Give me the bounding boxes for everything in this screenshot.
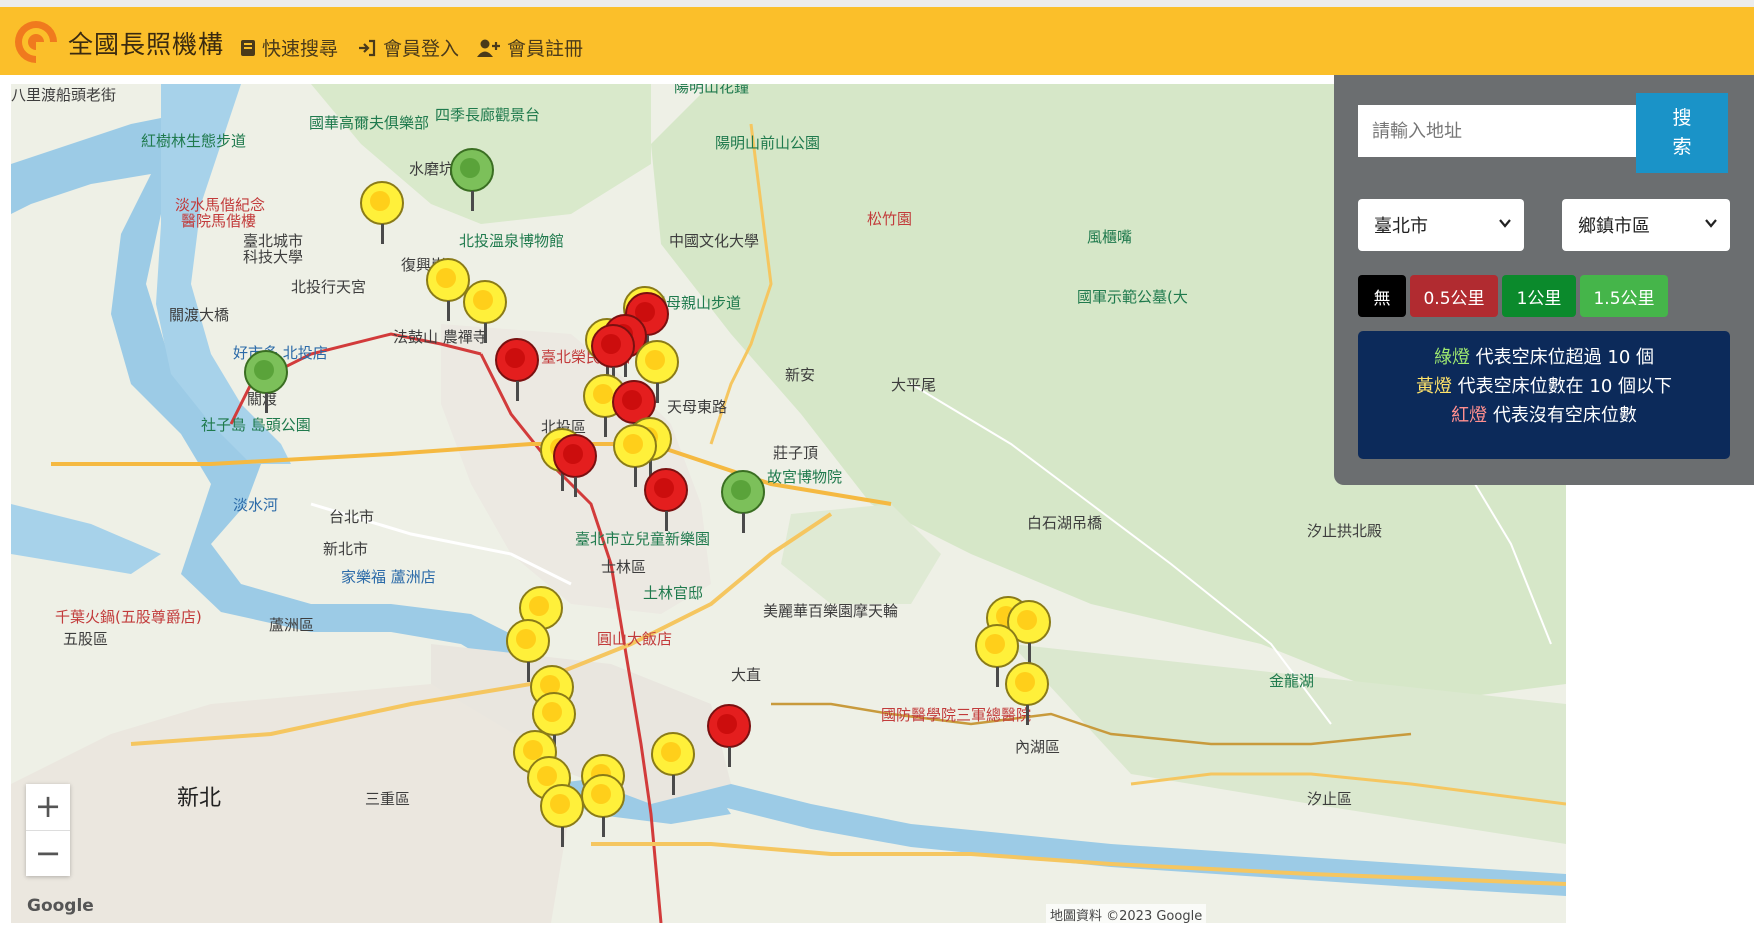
map-label: 國華高爾夫俱樂部 [309, 114, 430, 132]
map-label: 士林區 [601, 558, 647, 576]
search-panel: 搜 索 臺北市 鄉鎮市區 無 0.5公里 1公里 1.5公里 綠燈 代表空床位超… [1334, 75, 1754, 485]
radius-none-button[interactable]: 無 [1358, 275, 1406, 317]
map-marker-yellow[interactable] [461, 280, 509, 344]
search-button-label-1: 搜 [1672, 107, 1692, 129]
map-label: 陽明山花鐘 [674, 84, 750, 96]
map-label: 風櫃嘴 [1087, 228, 1133, 246]
map-label: 四季長廊觀景台 [435, 106, 541, 124]
search-button[interactable]: 搜 索 [1636, 93, 1728, 173]
google-logo: Google [27, 896, 94, 916]
nav-quick-search[interactable]: 快速搜尋 [240, 34, 338, 61]
user-plus-icon [477, 39, 500, 57]
map-label: 美麗華百樂園摩天輪 [763, 602, 899, 620]
map-label: 土林官邸 [643, 584, 704, 602]
map-label: 社子島 島頭公園 [201, 416, 311, 434]
map-label: 內湖區 [1015, 738, 1061, 756]
map-label: 莊子頂 [773, 444, 819, 462]
map-label: 新北 [177, 786, 222, 811]
map-label: 醫院馬偕樓 [181, 212, 257, 230]
legend-box: 綠燈 代表空床位超過 10 個 黃燈 代表空床位數在 10 個以下 紅燈 代表沒… [1358, 331, 1730, 459]
map-label: 五股區 [63, 630, 109, 648]
legend-red-word: 紅燈 [1451, 405, 1488, 426]
map-label: 汐止拱北殿 [1307, 522, 1383, 540]
nav-login-label: 會員登入 [383, 38, 460, 60]
map-marker-green[interactable] [242, 350, 290, 414]
nav-quick-search-label: 快速搜尋 [262, 38, 339, 60]
city-select-value: 臺北市 [1374, 216, 1428, 237]
map-label: 淡水河 [233, 496, 279, 514]
map-marker-red[interactable] [705, 704, 753, 768]
logo-icon[interactable] [12, 18, 60, 66]
book-icon [241, 39, 255, 56]
map-label: 家樂福 蘆洲店 [341, 568, 436, 586]
map-label: 圓山大飯店 [597, 630, 673, 648]
search-button-label-2: 索 [1672, 136, 1692, 158]
map-marker-green[interactable] [448, 148, 496, 212]
map-marker-red[interactable] [642, 468, 690, 532]
map-label: 紅樹林生態步道 [141, 132, 247, 150]
map-label: 國軍示範公墓(大 [1077, 288, 1188, 306]
browser-top-edge [0, 0, 1754, 7]
map-canvas[interactable]: 八里渡船頭老街 紅樹林生態步道 國華高爾夫俱樂部 四季長廊觀景台 陽明山花鐘 陽… [11, 84, 1566, 923]
chevron-down-icon [1705, 219, 1717, 228]
map-label: 關渡大橋 [169, 306, 230, 324]
legend-yellow-line: 黃燈 代表空床位數在 10 個以下 [1358, 372, 1730, 401]
district-select-value: 鄉鎮市區 [1578, 216, 1650, 237]
district-select[interactable]: 鄉鎮市區 [1562, 199, 1730, 251]
map-label: 故宮博物院 [767, 468, 843, 486]
map-label: 大平尾 [891, 376, 937, 394]
map-label: 松竹園 [867, 210, 913, 228]
map-label: 大直 [731, 666, 762, 684]
address-input[interactable] [1358, 105, 1636, 157]
map-label: 北投溫泉博物館 [459, 232, 565, 250]
map-label: 台北市 [329, 508, 375, 526]
map-marker-red[interactable] [493, 338, 541, 402]
legend-yellow-word: 黃燈 [1415, 376, 1452, 397]
map-label: 三重區 [365, 790, 411, 808]
map-marker-red[interactable] [551, 434, 599, 498]
radius-1.5km-button[interactable]: 1.5公里 [1580, 275, 1668, 317]
map-label: 陽明山前山公園 [715, 134, 821, 152]
sign-in-icon [359, 39, 376, 56]
map-zoom-control: + − [26, 784, 70, 876]
chevron-down-icon [1499, 219, 1511, 228]
map-label: 中國文化大學 [669, 232, 760, 250]
legend-green-text: 代表空床位超過 10 個 [1469, 347, 1655, 368]
legend-yellow-text: 代表空床位數在 10 個以下 [1451, 376, 1673, 397]
map-marker-yellow[interactable] [1003, 662, 1051, 726]
map-label: 白石湖吊橋 [1027, 514, 1103, 532]
zoom-in-button[interactable]: + [26, 784, 70, 830]
map-label: 科技大學 [243, 248, 304, 266]
map-label: 北投行天宮 [291, 278, 367, 296]
legend-red-line: 紅燈 代表沒有空床位數 [1358, 401, 1730, 430]
map-marker-green[interactable] [719, 470, 767, 534]
map-marker-yellow[interactable] [579, 774, 627, 838]
radius-1km-button[interactable]: 1公里 [1502, 275, 1576, 317]
map-marker-yellow[interactable] [358, 181, 406, 245]
nav-register-label: 會員註冊 [507, 38, 584, 60]
map-label: 金龍湖 [1269, 672, 1315, 690]
city-select[interactable]: 臺北市 [1358, 199, 1524, 251]
map-marker-yellow[interactable] [649, 732, 697, 796]
map-label: 千葉火鍋(五股尊爵店) [55, 608, 202, 626]
map-label: 蘆洲區 [269, 616, 315, 634]
nav-register[interactable]: 會員註冊 [477, 34, 583, 61]
navbar: 全國長照機構 快速搜尋 會員登入 會員註冊 [0, 7, 1754, 75]
legend-green-word: 綠燈 [1433, 347, 1470, 368]
map-label: 新安 [785, 366, 816, 384]
radius-0.5km-button[interactable]: 0.5公里 [1410, 275, 1498, 317]
map-label: 汐止區 [1307, 790, 1353, 808]
legend-red-text: 代表沒有空床位數 [1487, 405, 1637, 426]
map-attribution[interactable]: 地圖資料 ©2023 Google [1046, 904, 1207, 923]
map-label: 新北市 [323, 540, 369, 558]
nav-login[interactable]: 會員登入 [357, 34, 459, 61]
map-label: 八里渡船頭老街 [11, 86, 117, 104]
zoom-out-button[interactable]: − [26, 830, 70, 876]
brand-title[interactable]: 全國長照機構 [68, 25, 224, 61]
legend-green-line: 綠燈 代表空床位超過 10 個 [1358, 343, 1730, 372]
